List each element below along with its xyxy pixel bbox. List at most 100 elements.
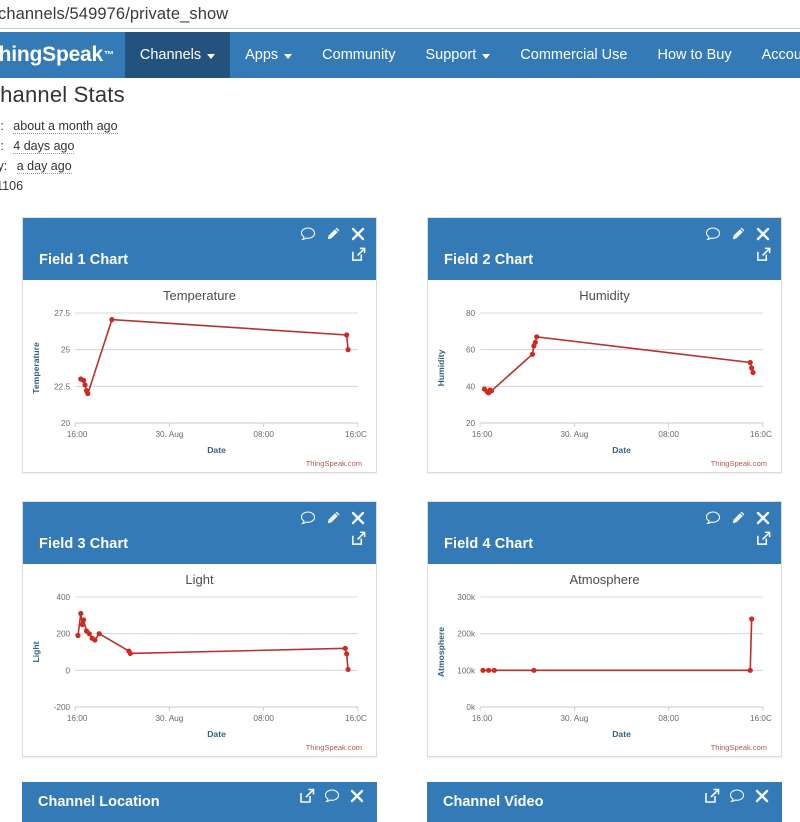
panel-field-3-chart: Field 3 Chart Light -200 0 200 400 16:00 30. … <box>22 501 377 757</box>
nav-label-support: Support <box>425 47 477 63</box>
nav-item-commercial-use[interactable]: Commercial Use <box>505 32 642 78</box>
panel-field-2-chart: Field 2 Chart Humidity 20 40 60 80 16:00 30. … <box>427 217 782 473</box>
panel-title: Field 3 Chart <box>39 536 129 552</box>
chart-container: Humidity 20 40 60 80 16:00 30. Aug 08:00 16:0C D… <box>434 288 775 468</box>
nav-item-channels[interactable]: Channels <box>124 32 231 78</box>
close-icon[interactable] <box>350 510 366 526</box>
chart-watermark: ThingSpeak.com <box>305 743 362 752</box>
external-link-icon[interactable] <box>704 788 720 804</box>
comment-icon[interactable] <box>324 788 340 804</box>
thingspeak-logo[interactable]: ThingSpeak™ <box>0 32 125 78</box>
pencil-icon[interactable] <box>730 226 746 242</box>
svg-text:16:00: 16:00 <box>67 714 88 723</box>
panel-header: Field 3 Chart <box>23 502 376 564</box>
chart-panel-grid: Field 1 Chart Temperature 20 22.5 25 27.5 16… <box>22 217 800 785</box>
chart-title: Humidity <box>579 288 630 303</box>
chart-watermark: ThingSpeak.com <box>305 459 362 468</box>
panel-body: Light -200 0 200 400 16:00 30. Aug 08:00 16:0C D… <box>23 564 376 756</box>
pencil-icon[interactable] <box>730 510 746 526</box>
panel-header: Field 4 Chart <box>428 502 781 564</box>
nav-item-how-to-buy[interactable]: How to Buy <box>642 32 746 78</box>
stat-row-entries: es: 1106 <box>0 179 24 193</box>
svg-text:0: 0 <box>66 666 71 675</box>
nav-item-apps[interactable]: Apps <box>230 32 307 78</box>
chart-title: Light <box>185 572 214 587</box>
chart-row-2: Field 3 Chart Light -200 0 200 400 16:00 30. … <box>22 501 800 757</box>
panel-field-4-chart: Field 4 Chart Atmosphere 0k 100k 200k 300k 1… <box>427 501 782 757</box>
svg-text:Light: Light <box>31 641 41 662</box>
chevron-down-icon <box>284 53 293 59</box>
stat-label-created: ated: <box>0 119 4 133</box>
nav-item-support[interactable]: Support <box>411 32 506 78</box>
nav-right-group: Commercial Use How to Buy Account Si <box>505 32 800 78</box>
nav-item-community[interactable]: Community <box>307 32 410 78</box>
close-icon[interactable] <box>755 226 771 242</box>
chart-title: Atmosphere <box>569 572 640 587</box>
external-link-icon[interactable] <box>351 531 366 546</box>
chart-watermark: ThingSpeak.com <box>710 743 767 752</box>
panel-title: Channel Location <box>38 794 160 810</box>
nav-label-how-to-buy: How to Buy <box>657 47 732 63</box>
panel-icon-group <box>704 788 770 804</box>
pencil-icon[interactable] <box>325 510 341 526</box>
svg-text:Date: Date <box>207 729 226 739</box>
close-icon[interactable] <box>350 226 366 242</box>
pencil-icon[interactable] <box>325 226 341 242</box>
brand-text: ThingSpeak <box>0 43 104 66</box>
nav-label-account: Account <box>761 47 800 63</box>
stat-label-last-entry: entry: <box>0 159 8 173</box>
external-link-icon[interactable] <box>756 531 771 546</box>
svg-text:16:00: 16:00 <box>67 430 88 439</box>
panel-icon-group <box>705 510 771 526</box>
svg-text:400: 400 <box>56 593 70 602</box>
external-link-icon[interactable] <box>351 247 366 262</box>
svg-text:60: 60 <box>466 346 476 355</box>
chart-container: Temperature 20 22.5 25 27.5 16:00 30. Aug 08:0… <box>29 288 370 468</box>
svg-text:Date: Date <box>612 729 631 739</box>
svg-text:27.5: 27.5 <box>54 309 70 318</box>
svg-text:80: 80 <box>466 309 476 318</box>
stat-row-created: ated: about a month ago <box>0 116 420 136</box>
nav-label-apps: Apps <box>245 47 279 63</box>
nav-item-account[interactable]: Account <box>747 32 800 78</box>
close-icon[interactable] <box>755 510 771 526</box>
chart-watermark: ThingSpeak.com <box>710 459 767 468</box>
address-bar-url[interactable]: channels/549976/private_show <box>0 5 228 24</box>
chart-plot-area: 20 40 60 80 16:00 30. Aug 08:00 16:0C Date Humidi… <box>434 305 775 457</box>
svg-text:08:00: 08:00 <box>658 714 679 723</box>
svg-text:300k: 300k <box>457 593 476 602</box>
panel-body: Humidity 20 40 60 80 16:00 30. Aug 08:00 16:0C D… <box>428 280 781 472</box>
external-link-icon[interactable] <box>299 788 315 804</box>
chevron-down-icon <box>207 53 216 59</box>
chart-container: Light -200 0 200 400 16:00 30. Aug 08:00 16:0C D… <box>29 572 370 752</box>
panel-title: Field 4 Chart <box>444 536 534 552</box>
panel-body: Atmosphere 0k 100k 200k 300k 16:00 30. Aug 08:… <box>428 564 781 756</box>
svg-text:16:0C: 16:0C <box>345 714 367 723</box>
panel-title: Field 1 Chart <box>39 252 129 268</box>
channel-stats-section: Channel Stats ated: about a month ago at… <box>0 82 420 196</box>
comment-icon[interactable] <box>705 510 721 526</box>
close-icon[interactable] <box>349 788 365 804</box>
svg-text:20: 20 <box>466 419 476 428</box>
chart-row-1: Field 1 Chart Temperature 20 22.5 25 27.5 16… <box>22 217 800 473</box>
panel-icon-group <box>705 226 771 242</box>
svg-text:Temperature: Temperature <box>31 342 41 394</box>
trademark-symbol: ™ <box>104 49 114 61</box>
stat-value-created: about a month ago <box>13 119 118 134</box>
panel-channel-video: Channel Video <box>427 782 782 822</box>
comment-icon[interactable] <box>300 510 316 526</box>
panel-channel-location: Channel Location <box>22 782 377 822</box>
panel-title: Field 2 Chart <box>444 252 534 268</box>
stat-value-last-entry: a day ago <box>16 159 72 174</box>
comment-icon[interactable] <box>729 788 745 804</box>
browser-address-bar[interactable]: channels/549976/private_show <box>0 0 800 29</box>
svg-text:0k: 0k <box>466 703 476 712</box>
close-icon[interactable] <box>754 788 770 804</box>
comment-icon[interactable] <box>300 226 316 242</box>
chevron-down-icon <box>482 53 491 59</box>
svg-text:Atmosphere: Atmosphere <box>436 627 446 677</box>
external-link-icon[interactable] <box>756 247 771 262</box>
panel-body: Temperature 20 22.5 25 27.5 16:00 30. Aug 08:0… <box>23 280 376 472</box>
stat-label-updated: ated: <box>0 139 4 153</box>
comment-icon[interactable] <box>705 226 721 242</box>
